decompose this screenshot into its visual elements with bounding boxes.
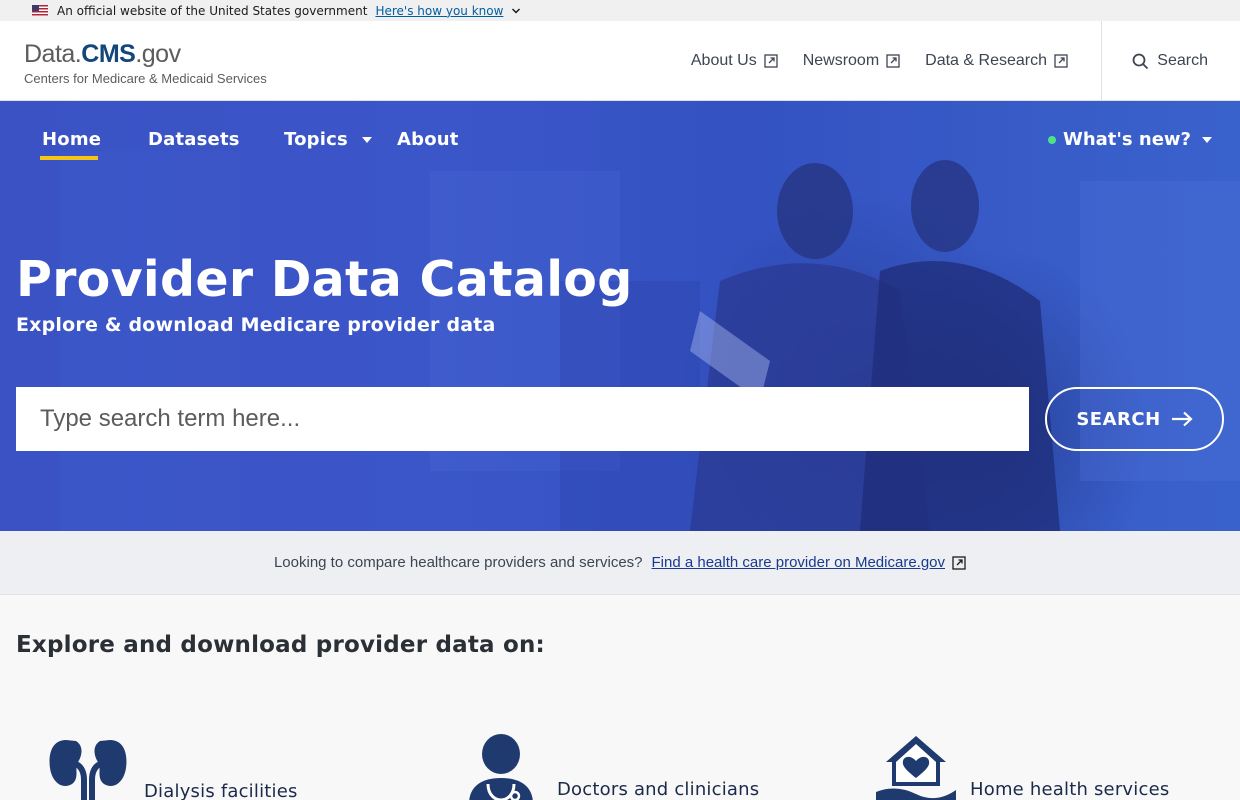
logo-subtitle: Centers for Medicare & Medicaid Services <box>24 71 267 86</box>
header-search-button[interactable]: Search <box>1132 21 1208 101</box>
data-cms-logo[interactable]: Data.CMS.gov Centers for Medicare & Medi… <box>24 40 267 86</box>
nav-about[interactable]: About <box>397 129 459 150</box>
chevron-down-icon[interactable] <box>511 6 521 16</box>
external-link-icon <box>952 555 966 570</box>
newsroom-link[interactable]: Newsroom <box>803 52 900 70</box>
about-us-link[interactable]: About Us <box>691 52 778 70</box>
category-doctors-clinicians[interactable]: Doctors and clinicians <box>466 730 759 800</box>
category-label: Dialysis facilities <box>144 781 298 800</box>
site-header: Data.CMS.gov Centers for Medicare & Medi… <box>0 21 1240 101</box>
data-research-link[interactable]: Data & Research <box>925 52 1068 70</box>
caret-down-icon <box>1202 136 1212 143</box>
nav-home[interactable]: Home <box>42 129 101 150</box>
find-provider-link[interactable]: Find a health care provider on Medicare.… <box>652 554 967 571</box>
page-subtitle: Explore & download Medicare provider dat… <box>16 314 496 336</box>
header-divider <box>1101 21 1102 101</box>
search-button[interactable]: SEARCH <box>1045 387 1224 451</box>
new-indicator-dot <box>1047 135 1056 144</box>
whats-new-menu[interactable]: What's new? <box>1047 129 1212 150</box>
main-nav: Home Datasets Topics About What's new? <box>0 101 1240 181</box>
page-title: Provider Data Catalog <box>16 251 633 308</box>
compare-providers-banner: Looking to compare healthcare providers … <box>0 531 1240 595</box>
nav-datasets[interactable]: Datasets <box>148 129 240 150</box>
kidneys-icon <box>49 740 127 800</box>
compare-text: Looking to compare healthcare providers … <box>273 554 643 571</box>
arrow-right-icon <box>1171 411 1193 427</box>
external-link-icon <box>886 54 900 68</box>
heres-how-you-know-link[interactable]: Here's how you know <box>375 4 503 18</box>
doctor-icon <box>469 734 533 800</box>
home-heart-icon <box>876 736 956 800</box>
search-icon <box>1132 53 1149 69</box>
category-dialysis-facilities[interactable]: Dialysis facilities <box>48 730 298 800</box>
category-home-health-services[interactable]: Home health services <box>876 730 1169 800</box>
us-flag-icon <box>32 5 48 16</box>
header-links: About Us Newsroom Data & Research <box>691 21 1068 101</box>
category-label: Doctors and clinicians <box>557 779 760 800</box>
caret-down-icon <box>361 136 372 143</box>
search-input[interactable] <box>16 387 1029 451</box>
logo-wordmark: Data.CMS.gov <box>24 40 181 68</box>
explore-heading: Explore and download provider data on: <box>16 632 545 658</box>
hero-section: Home Datasets Topics About What's new? P… <box>0 101 1240 531</box>
gov-banner-text: An official website of the United States… <box>57 3 368 18</box>
external-link-icon <box>764 54 778 68</box>
external-link-icon <box>1054 54 1068 68</box>
nav-topics[interactable]: Topics <box>284 129 372 150</box>
gov-banner: An official website of the United States… <box>0 0 1240 21</box>
category-label: Home health services <box>970 779 1170 800</box>
nav-active-indicator <box>40 156 98 160</box>
